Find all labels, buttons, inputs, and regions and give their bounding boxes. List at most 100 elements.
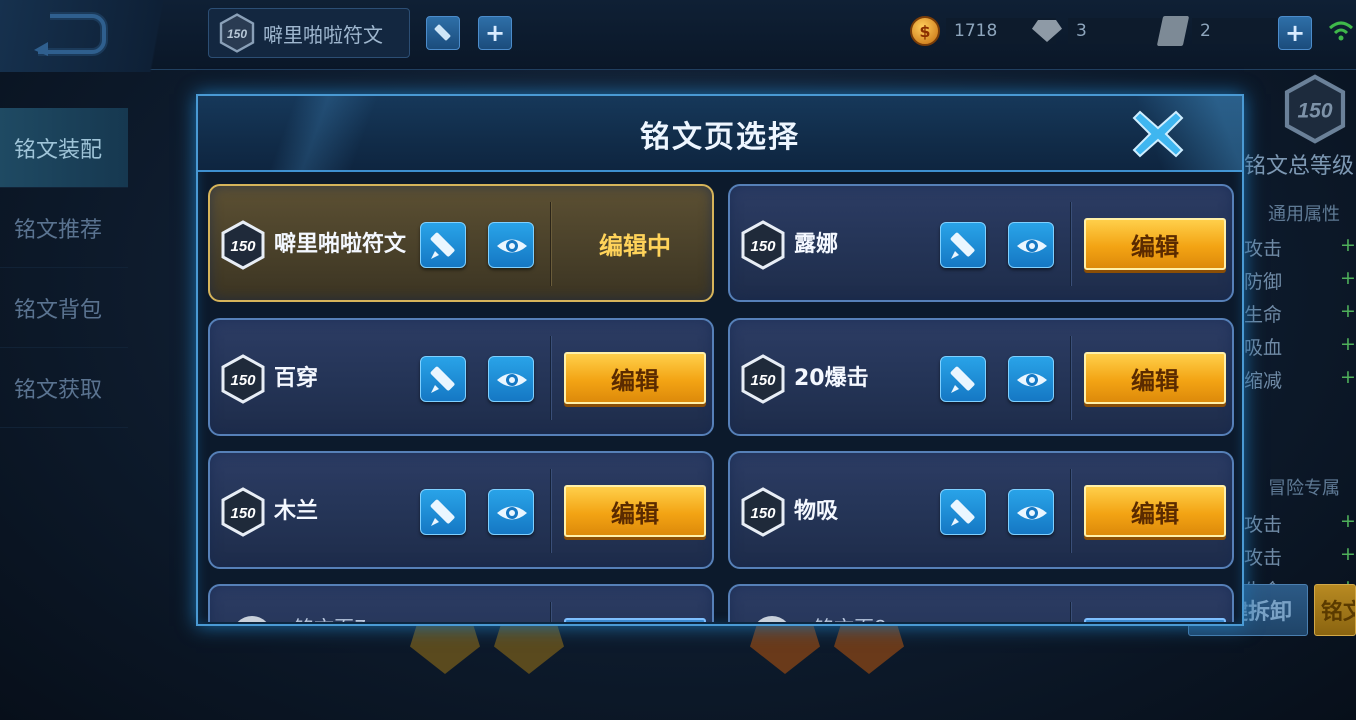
diamond-amount: 3	[1076, 21, 1087, 41]
stat-label: 攻击	[1244, 514, 1283, 536]
stat-label: 攻击	[1244, 238, 1283, 260]
rename-button[interactable]	[940, 356, 986, 402]
rune-page-name: 铭文页8	[814, 612, 887, 622]
recharge-button[interactable]: +	[1278, 16, 1312, 50]
add-page-button[interactable]: +	[478, 16, 512, 50]
svg-text:150: 150	[230, 372, 256, 389]
stat-label: 缩减	[1244, 370, 1283, 392]
preview-button[interactable]	[1008, 356, 1054, 402]
rune-page-icon	[752, 616, 792, 622]
preview-button[interactable]	[1008, 222, 1054, 268]
pencil-icon	[434, 24, 451, 41]
edit-button[interactable]: 编辑	[1084, 485, 1226, 537]
gold-amount: 1718	[954, 21, 998, 41]
rune-page-name: 露娜	[794, 232, 839, 257]
unlock-button[interactable]	[564, 618, 706, 622]
card-divider	[550, 202, 551, 286]
rune-page-icon	[232, 616, 272, 622]
pencil-icon	[430, 232, 455, 259]
svg-text:150: 150	[750, 372, 776, 389]
back-arrow-icon	[34, 12, 108, 56]
rune-page-name: 物吸	[794, 499, 839, 524]
rename-button[interactable]	[940, 222, 986, 268]
edit-button[interactable]: 编辑	[564, 485, 706, 537]
card-divider	[1070, 602, 1071, 622]
svg-text:150: 150	[1297, 99, 1332, 122]
level-badge-icon: 150	[741, 220, 785, 270]
level-badge-icon: 150	[221, 354, 265, 404]
dialog-title: 铭文页选择	[640, 120, 800, 155]
unlock-button[interactable]	[1084, 618, 1226, 622]
stat-label: 防御	[1244, 271, 1283, 293]
rename-button[interactable]	[940, 489, 986, 535]
pencil-icon	[950, 499, 975, 526]
svg-text:150: 150	[230, 238, 256, 255]
rune-page-card-7[interactable]: 铭文页7	[208, 584, 714, 622]
card-divider	[550, 469, 551, 553]
card-divider	[550, 602, 551, 622]
gold-coin-icon: $	[910, 16, 940, 46]
current-page-tab[interactable]: 150 噼里啪啦符文	[208, 8, 410, 58]
card-divider	[1070, 469, 1071, 553]
card-divider	[1070, 336, 1071, 420]
current-page-name: 噼里啪啦符文	[263, 22, 383, 47]
sidebar-item-assembly[interactable]: 铭文装配	[0, 108, 128, 188]
edit-button[interactable]: 编辑	[564, 352, 706, 404]
stat-plus: +	[1340, 366, 1356, 388]
stat-plus: +	[1340, 267, 1356, 289]
stat-plus: +	[1340, 234, 1356, 256]
rune-page-card-2[interactable]: 150 露娜 编辑	[728, 184, 1234, 302]
pencil-icon	[430, 499, 455, 526]
rune-page-card-1[interactable]: 150 噼里啪啦符文 编辑中	[208, 184, 714, 302]
eye-icon	[1017, 373, 1047, 387]
rename-button[interactable]	[420, 356, 466, 402]
preview-button[interactable]	[1008, 489, 1054, 535]
level-badge-icon: 150	[221, 487, 265, 537]
level-badge-icon: 150	[741, 354, 785, 404]
rune-page-card-8[interactable]: 铭文页8	[728, 584, 1234, 622]
rune-page-name: 百穿	[274, 366, 319, 391]
edit-button[interactable]: 编辑	[1084, 352, 1226, 404]
svg-text:150: 150	[750, 238, 776, 255]
level-badge-icon: 150	[219, 13, 255, 53]
stat-plus: +	[1340, 300, 1356, 322]
preview-button[interactable]	[488, 489, 534, 535]
general-stats-heading: 通用属性	[1268, 204, 1340, 225]
pencil-icon	[430, 366, 455, 393]
stat-label: 生命	[1244, 304, 1283, 326]
edit-button[interactable]: 编辑	[1084, 218, 1226, 270]
rune-page-card-3[interactable]: 150 百穿 编辑	[208, 318, 714, 436]
eye-icon	[497, 506, 527, 520]
rename-button[interactable]	[420, 489, 466, 535]
rune-page-name: 20爆击	[794, 366, 869, 391]
rune-page-card-4[interactable]: 150 20爆击 编辑	[728, 318, 1234, 436]
stat-plus: +	[1340, 333, 1356, 355]
close-x-icon[interactable]	[1130, 106, 1186, 162]
svg-text:150: 150	[750, 505, 776, 522]
level-badge-icon: 150	[741, 487, 785, 537]
equip-button[interactable]: 铭文	[1314, 584, 1356, 636]
voucher-icon	[1156, 16, 1190, 46]
sidebar: 铭文装配 铭文推荐 铭文背包 铭文获取	[0, 108, 128, 428]
pencil-icon	[950, 232, 975, 259]
eye-icon	[1017, 239, 1047, 253]
rune-page-name: 噼里啪啦符文	[274, 232, 407, 257]
rune-page-name: 木兰	[274, 499, 319, 524]
rename-button[interactable]	[420, 222, 466, 268]
adventure-stats-heading: 冒险专属	[1268, 478, 1340, 499]
preview-button[interactable]	[488, 356, 534, 402]
preview-button[interactable]	[488, 222, 534, 268]
voucher-amount: 2	[1200, 21, 1211, 41]
stat-label: 攻击	[1244, 547, 1283, 569]
sidebar-item-backpack[interactable]: 铭文背包	[0, 268, 128, 348]
eye-icon	[497, 239, 527, 253]
plus-icon: +	[484, 19, 506, 47]
back-button[interactable]	[0, 0, 190, 72]
rename-page-button[interactable]	[426, 16, 460, 50]
sidebar-item-obtain[interactable]: 铭文获取	[0, 348, 128, 428]
rune-page-card-5[interactable]: 150 木兰 编辑	[208, 451, 714, 569]
stat-plus: +	[1340, 543, 1356, 565]
rune-page-card-6[interactable]: 150 物吸 编辑	[728, 451, 1234, 569]
dialog-header: 铭文页选择	[198, 96, 1242, 172]
sidebar-item-recommend[interactable]: 铭文推荐	[0, 188, 128, 268]
